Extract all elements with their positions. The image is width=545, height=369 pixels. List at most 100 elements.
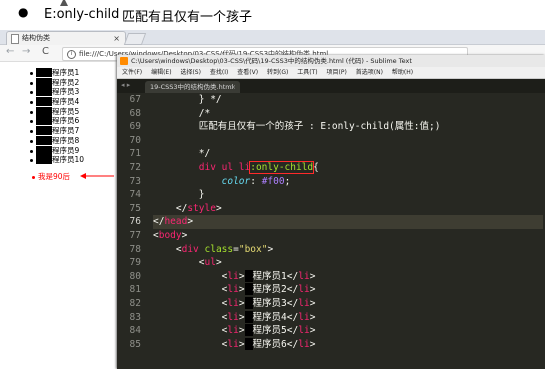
info-icon[interactable]: i bbox=[67, 49, 76, 59]
close-icon[interactable]: × bbox=[231, 81, 236, 93]
list-item: 程序员1 bbox=[30, 68, 84, 78]
code-line: <ul> bbox=[153, 257, 222, 269]
back-button[interactable]: ← bbox=[6, 46, 14, 57]
only-child-highlight: :only-child bbox=[249, 160, 315, 174]
forward-button[interactable]: → bbox=[22, 46, 30, 57]
line-number: 72 bbox=[129, 161, 141, 173]
redaction-block bbox=[36, 87, 52, 97]
menu-project[interactable]: 项目(P) bbox=[327, 69, 347, 76]
redaction-block bbox=[244, 310, 253, 323]
code-line: <body> bbox=[153, 229, 188, 241]
line-number: 81 bbox=[129, 284, 141, 296]
menu-selection[interactable]: 选择(S) bbox=[180, 69, 201, 76]
red-arrow-icon bbox=[80, 173, 114, 179]
code-line: div ul li:only-child{ bbox=[153, 160, 319, 174]
menu-tools[interactable]: 工具(T) bbox=[297, 69, 317, 76]
list-item: 程序员8 bbox=[30, 135, 84, 146]
line-number: 79 bbox=[129, 257, 141, 269]
redaction-block bbox=[244, 283, 253, 296]
code-editor[interactable]: } */ /* 匹配有且仅有一个的孩子 : E:only-child(属性:值;… bbox=[153, 93, 543, 369]
code-line: <li> 程序员1</li> bbox=[153, 269, 316, 282]
tab-nav-arrows-icon[interactable]: ◂ ▸ bbox=[121, 81, 130, 89]
code-line: 匹配有且仅有一个的孩子 : E:only-child(属性:值;) bbox=[153, 121, 441, 133]
only-child-text: 我是90后 bbox=[38, 172, 71, 181]
code-line-current: </head> bbox=[153, 215, 543, 229]
code-line: */ bbox=[153, 148, 211, 160]
list-item: 程序员4 bbox=[30, 97, 84, 107]
selector-name: E:only-child bbox=[44, 7, 120, 22]
redaction-block bbox=[244, 269, 253, 282]
only-child-item: 我是90后 bbox=[32, 171, 70, 182]
redaction-block bbox=[36, 126, 52, 136]
code-line: <li> 程序员3</li> bbox=[153, 296, 316, 309]
bullet-icon: ● bbox=[18, 5, 29, 19]
line-number: 68 bbox=[129, 107, 141, 119]
code-line: </style> bbox=[153, 202, 222, 214]
list-item: 程序员9 bbox=[30, 145, 84, 156]
sublime-file-tab-label: 19-CSS3中的结构伪类.html bbox=[150, 83, 234, 91]
redaction-block bbox=[36, 97, 52, 107]
new-tab-button[interactable] bbox=[123, 33, 147, 45]
code-line: <li> 程序员2</li> bbox=[153, 283, 316, 296]
redaction-block bbox=[36, 68, 52, 77]
menu-goto[interactable]: 转到(G) bbox=[267, 69, 288, 76]
browser-tab[interactable]: 结构伪类 × bbox=[6, 31, 126, 45]
redaction-block bbox=[244, 296, 253, 309]
list-item: 程序员10 bbox=[30, 155, 84, 165]
red-bullet-icon bbox=[32, 175, 35, 179]
page-list: 程序员1 程序员2 程序员3 程序员4 程序员5 程序员6 程序员7 程序员8 … bbox=[30, 68, 84, 165]
page-icon bbox=[11, 34, 19, 44]
menu-preferences[interactable]: 首选项(N) bbox=[356, 69, 383, 76]
code-line: color: #f00; bbox=[153, 175, 291, 187]
code-line: <li> 程序员4</li> bbox=[153, 310, 316, 323]
tab-close-icon[interactable]: × bbox=[113, 32, 120, 45]
line-number: 83 bbox=[129, 311, 141, 323]
sublime-app-icon bbox=[120, 57, 128, 65]
code-line: /* bbox=[153, 107, 211, 119]
menu-help[interactable]: 帮助(H) bbox=[392, 69, 413, 76]
redaction-block bbox=[36, 77, 52, 87]
sublime-tab-bar: ◂ ▸ 19-CSS3中的结构伪类.html × bbox=[117, 79, 545, 93]
code-line: } */ bbox=[153, 94, 222, 105]
line-number: 80 bbox=[129, 270, 141, 282]
paragraph-mark-icon: ↵ bbox=[228, 8, 238, 21]
redaction-block bbox=[36, 135, 52, 145]
list-item: 程序员6 bbox=[30, 116, 84, 126]
line-number: 67 bbox=[129, 94, 141, 105]
line-number: 75 bbox=[129, 202, 141, 214]
redaction-block bbox=[36, 145, 52, 155]
document-heading: ● E:only-child 匹配有且仅有一个孩子 ↵ bbox=[0, 0, 545, 30]
browser-tab-bar: 结构伪类 × bbox=[0, 30, 545, 45]
line-number-current: 76 bbox=[129, 216, 141, 228]
mouse-cursor-icon bbox=[60, 0, 68, 6]
line-number: 82 bbox=[129, 297, 141, 309]
line-number: 84 bbox=[129, 325, 141, 337]
sublime-menu-bar: 文件(F) 编辑(E) 选择(S) 查找(I) 查看(V) 转到(G) 工具(T… bbox=[117, 67, 545, 79]
menu-find[interactable]: 查找(I) bbox=[210, 69, 228, 76]
reload-button[interactable]: C bbox=[42, 46, 49, 57]
redaction-block bbox=[244, 324, 253, 337]
line-number-gutter: 67 68 69 70 71 72 73 74 75 76 77 78 79 8… bbox=[117, 93, 143, 369]
line-number: 70 bbox=[129, 134, 141, 146]
line-number: 85 bbox=[129, 338, 141, 350]
menu-file[interactable]: 文件(F) bbox=[122, 69, 142, 76]
sublime-file-tab[interactable]: 19-CSS3中的结构伪类.html × bbox=[145, 81, 240, 93]
menu-edit[interactable]: 编辑(E) bbox=[151, 69, 171, 76]
line-number: 71 bbox=[129, 148, 141, 160]
code-line: <div class="box"> bbox=[153, 243, 274, 255]
list-item: 程序员7 bbox=[30, 126, 84, 136]
code-line: <li> 程序员6</li> bbox=[153, 337, 316, 350]
line-number: 73 bbox=[129, 175, 141, 187]
redaction-block bbox=[244, 337, 253, 350]
sublime-text-window: C:\Users\windows\Desktop\03-CSS\代码\19-CS… bbox=[117, 55, 545, 369]
sublime-title-bar: C:\Users\windows\Desktop\03-CSS\代码\19-CS… bbox=[117, 55, 545, 67]
redaction-block bbox=[36, 155, 52, 165]
menu-view[interactable]: 查看(V) bbox=[237, 69, 258, 76]
redaction-block bbox=[36, 106, 52, 116]
list-item: 程序员2 bbox=[30, 77, 84, 88]
browser-tab-title: 结构伪类 bbox=[22, 34, 50, 42]
sublime-title: C:\Users\windows\Desktop\03-CSS\代码\19-CS… bbox=[131, 57, 412, 65]
list-item: 程序员5 bbox=[30, 106, 84, 117]
line-number: 69 bbox=[129, 121, 141, 133]
